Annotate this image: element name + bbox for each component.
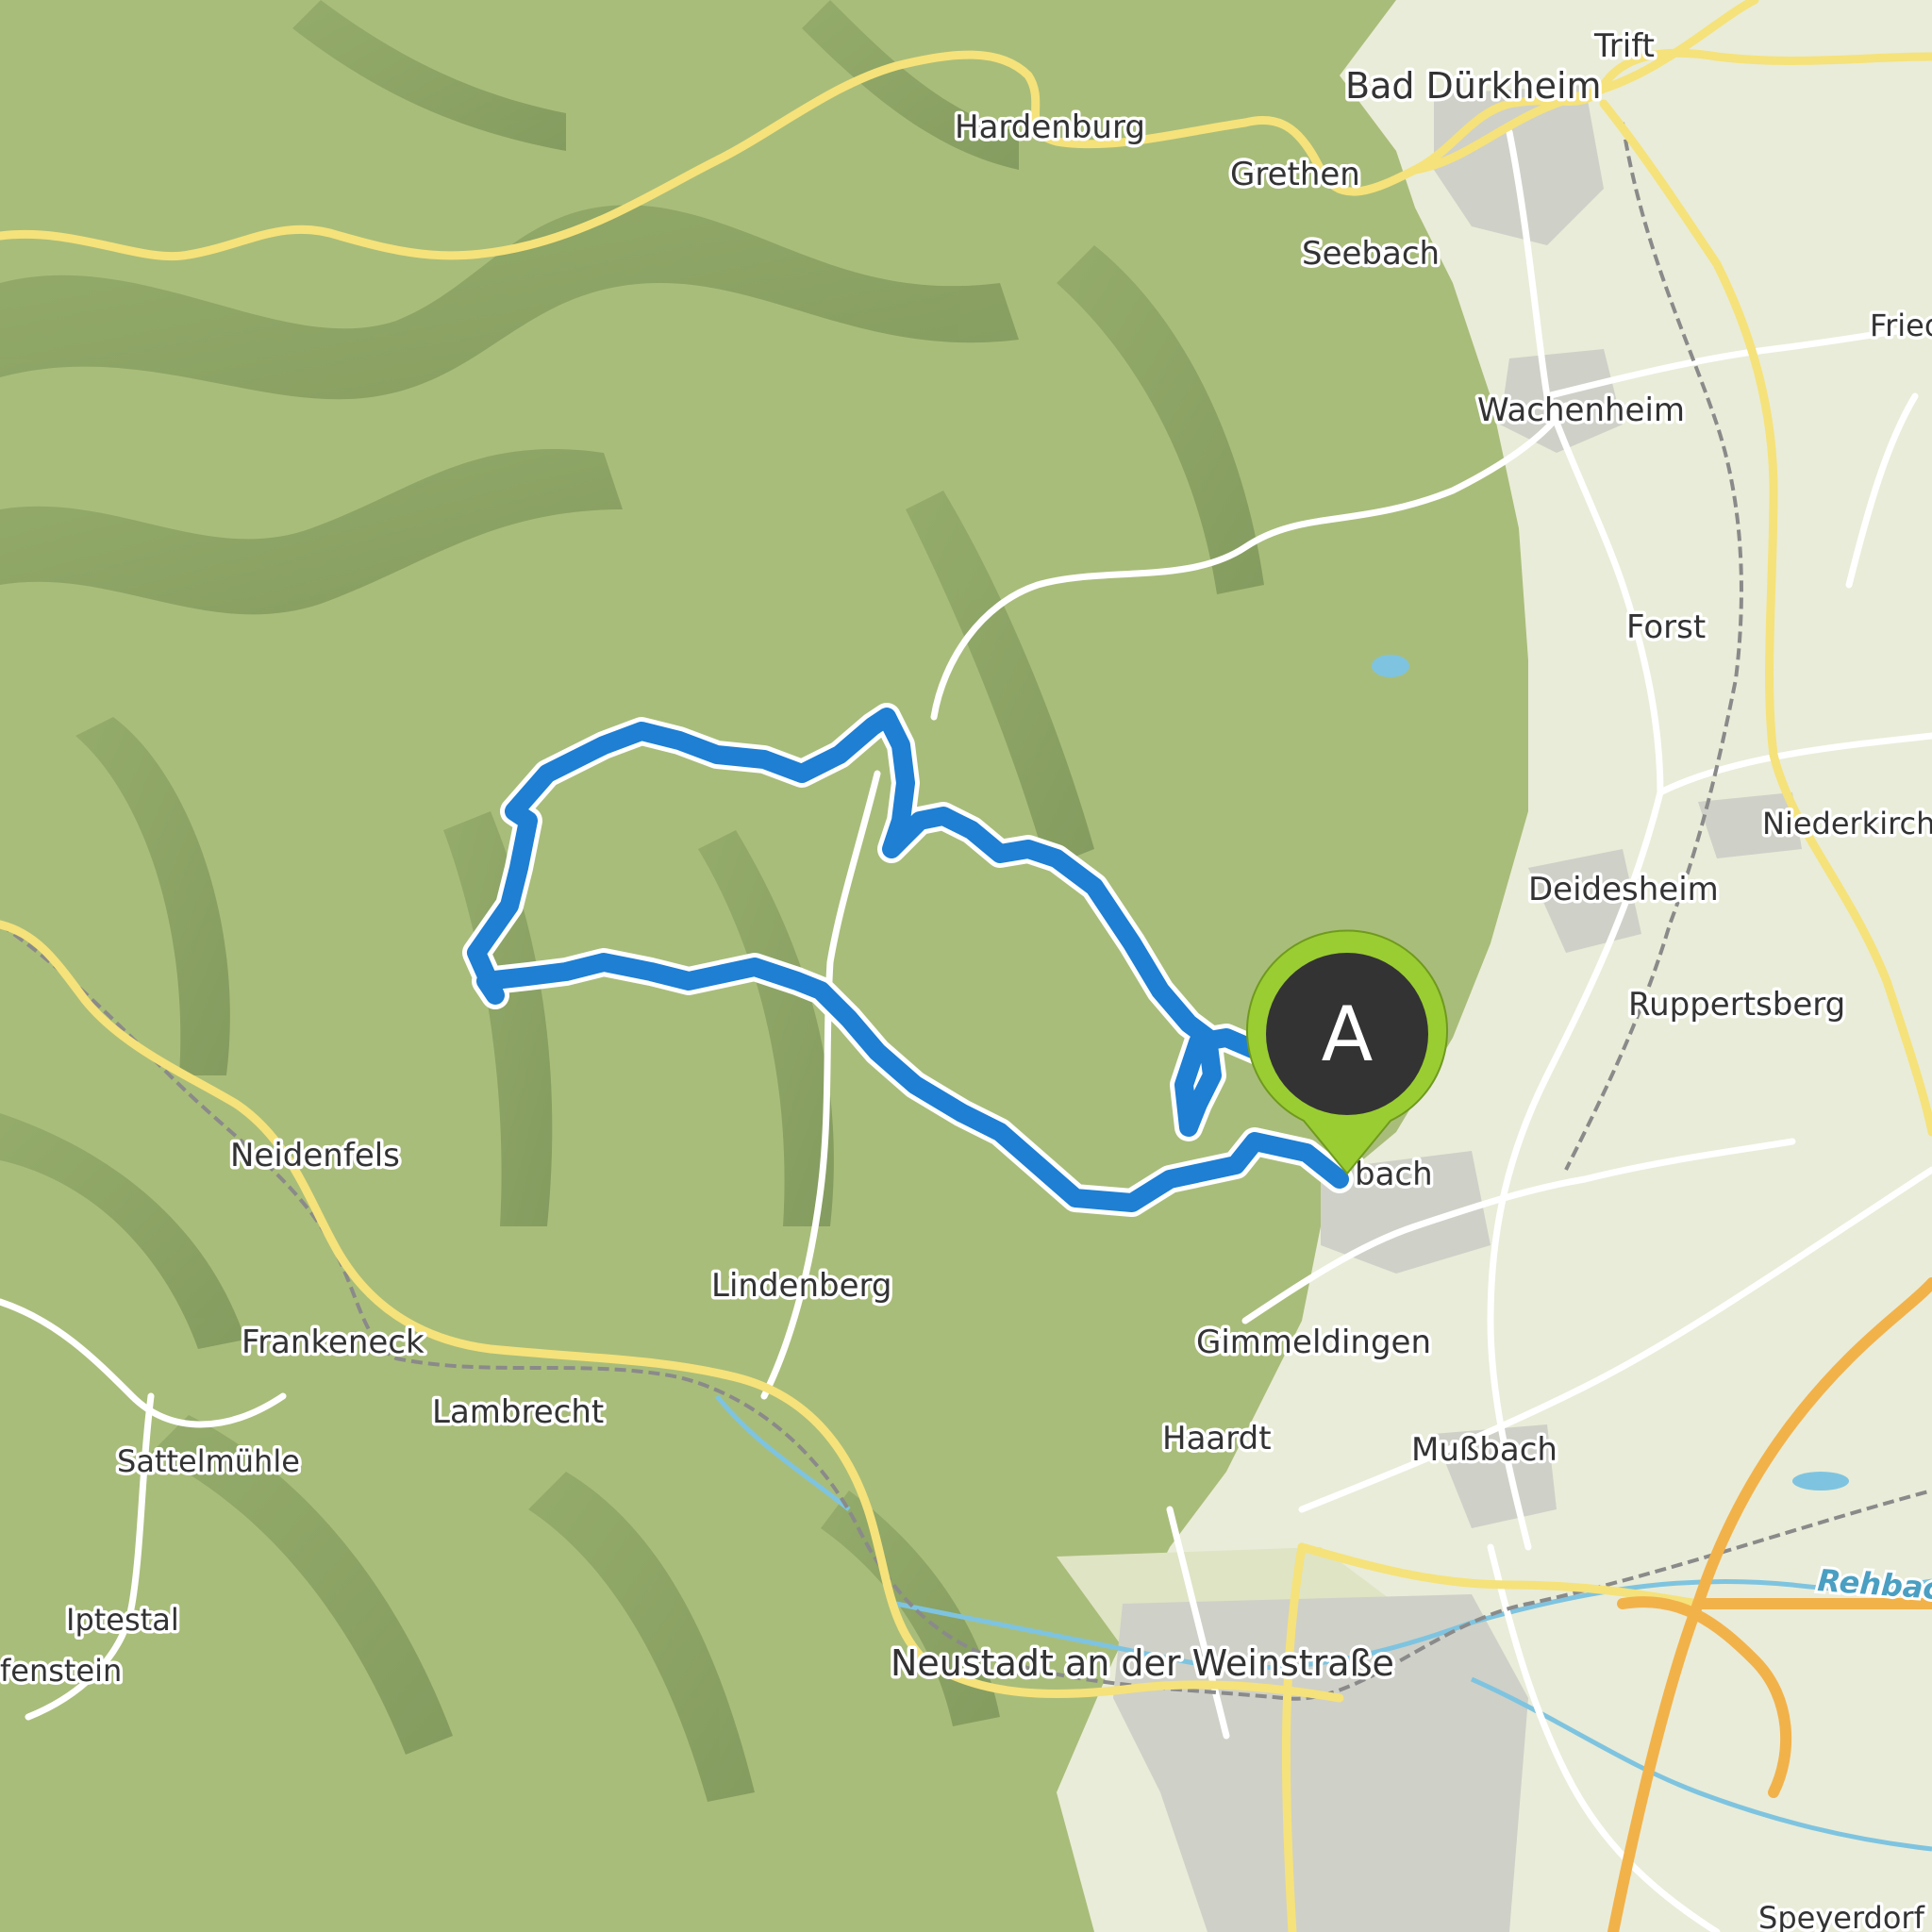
label-grethen[interactable]: Grethen [1227, 153, 1364, 197]
label-wachenheim[interactable]: Wachenheim [1474, 389, 1689, 433]
label-deidesheim[interactable]: Deidesheim [1525, 868, 1723, 912]
label-ruppertsberg[interactable]: Ruppertsberg [1625, 983, 1849, 1027]
label-speyerdorf[interactable]: Speyerdorf [1756, 1897, 1929, 1932]
label-bad-durkheim[interactable]: Bad Dürkheim [1342, 62, 1606, 110]
label-haardt[interactable]: Haardt [1159, 1417, 1275, 1461]
label-frankeneck[interactable]: Frankeneck [239, 1321, 428, 1365]
label-trift[interactable]: Trift [1591, 25, 1658, 69]
label-fried[interactable]: Fried [1867, 305, 1932, 347]
map-canvas[interactable]: Trift Bad Dürkheim Hardenburg Grethen Se… [0, 0, 1932, 1932]
label-gimmeldingen[interactable]: Gimmeldingen [1193, 1321, 1435, 1365]
label-neustadt[interactable]: Neustadt an der Weinstraße [888, 1640, 1398, 1688]
marker-letter: A [1322, 991, 1374, 1078]
label-bach[interactable]: bach [1352, 1153, 1437, 1197]
label-lindenberg[interactable]: Lindenberg [708, 1264, 895, 1308]
label-mussbach[interactable]: Mußbach [1408, 1428, 1561, 1473]
label-niederkirchen[interactable]: Niederkirch [1759, 803, 1932, 845]
label-forst[interactable]: Forst [1624, 606, 1709, 650]
label-fenstein[interactable]: fenstein [0, 1650, 125, 1692]
label-hardenburg[interactable]: Hardenburg [952, 106, 1149, 150]
label-lambrecht[interactable]: Lambrecht [429, 1391, 608, 1435]
label-sattelmuhle[interactable]: Sattelmühle [114, 1441, 304, 1483]
label-iptestal[interactable]: Iptestal [63, 1599, 183, 1641]
label-neidenfels[interactable]: Neidenfels [227, 1134, 404, 1178]
label-seebach[interactable]: Seebach [1299, 232, 1443, 276]
